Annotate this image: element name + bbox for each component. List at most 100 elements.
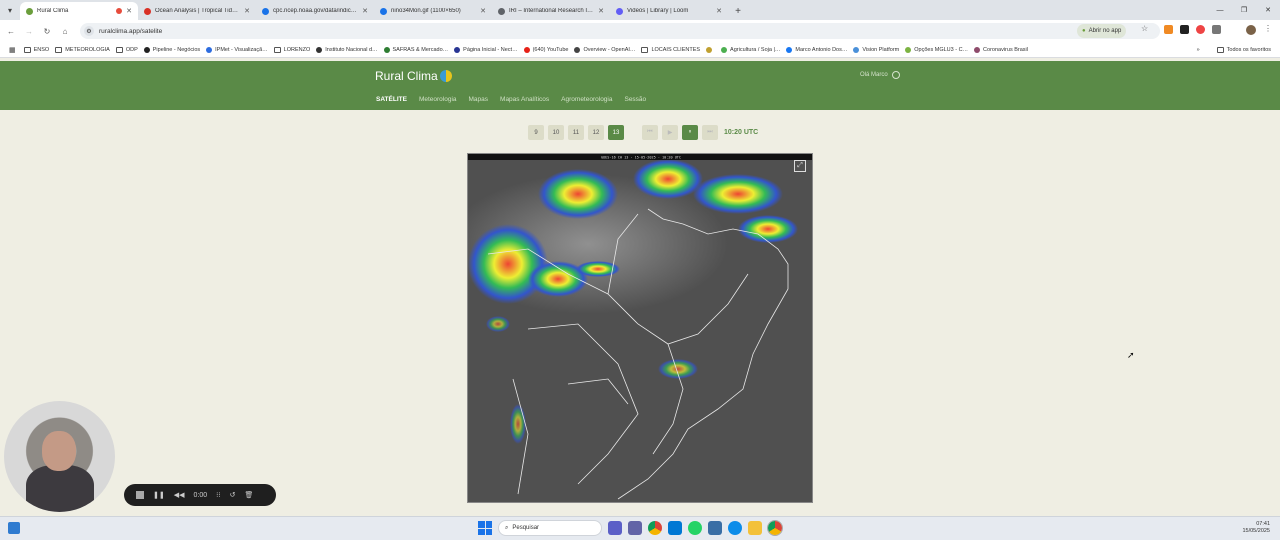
hour-button[interactable]: 12 (588, 125, 604, 140)
nav-item[interactable]: Meteorologia (419, 96, 457, 103)
bookmark-item[interactable]: IPMet - Visualizaçã… (203, 46, 270, 53)
bookmark-item[interactable]: Marco Antonio Dos… (783, 46, 850, 53)
bookmark-item[interactable]: Opções MGLU3 - C… (902, 46, 971, 53)
bookmarks-overflow-button[interactable]: » (1197, 47, 1200, 53)
reload-icon[interactable]: ↻ (38, 22, 56, 40)
webcam-bubble[interactable] (4, 401, 115, 512)
edge-icon[interactable] (728, 521, 742, 535)
bookmark-favicon (905, 46, 912, 53)
browser-tab[interactable]: Rural Clima ✕ (20, 2, 138, 20)
drag-handle-icon[interactable]: ⁝⁝ (216, 491, 220, 499)
bookmark-star-icon[interactable]: ☆ (1141, 24, 1148, 33)
tab-title: nino34Mon.gif (1100×650) (391, 8, 461, 14)
skip-forward-icon[interactable]: ⏭ (702, 125, 718, 140)
new-tab-button[interactable]: + (728, 2, 748, 20)
bookmark-item[interactable]: Agricultura / Soja |… (718, 46, 783, 53)
task-view-icon[interactable] (8, 522, 20, 534)
bookmark-folder[interactable]: METEOROLOGIA (52, 46, 113, 53)
address-bar[interactable]: ⚙ ruralclima.app/satelite (80, 23, 1160, 39)
extension-orange-icon[interactable] (1164, 25, 1173, 34)
back-icon[interactable]: ← (2, 22, 20, 40)
image-header: GOES-16 CH 13 · 15-05-2025 · 10:20 UTC (601, 156, 681, 160)
close-tab-icon[interactable]: ✕ (244, 7, 250, 15)
close-tab-icon[interactable]: ✕ (480, 7, 486, 15)
restart-icon[interactable]: ◀◀ (174, 491, 185, 499)
play-icon[interactable]: ▶ (662, 125, 678, 140)
rewind-icon[interactable]: ↺ (230, 491, 236, 499)
store-icon[interactable] (668, 521, 682, 535)
bookmark-favicon (721, 46, 728, 53)
extensions-puzzle-icon[interactable] (1212, 25, 1221, 34)
pause-icon[interactable]: ⏸ (682, 125, 698, 140)
user-greeting[interactable]: Olá Marco (860, 71, 900, 79)
browser-menu-icon[interactable]: ⋮ (1264, 24, 1272, 33)
bookmark-folder[interactable]: LOCAIS CLIENTES (638, 46, 703, 53)
bookmark-item[interactable]: Instituto Nacional d… (313, 46, 380, 53)
site-info-icon[interactable]: ⚙ (84, 26, 94, 36)
close-tab-icon[interactable]: ✕ (362, 7, 368, 15)
bookmark-label: Página Inicial - Nect… (463, 46, 518, 53)
whatsapp-icon[interactable] (688, 521, 702, 535)
clock-time: 07:41 (1256, 521, 1270, 527)
restore-icon[interactable]: ❐ (1232, 0, 1256, 20)
bookmark-item[interactable]: Coronavirus Brasil (971, 46, 1031, 53)
system-clock[interactable]: 07:41 15/05/2025 (1242, 521, 1270, 535)
apps-grid-icon[interactable]: ▦ (6, 46, 19, 54)
bookmark-folder[interactable]: ODP (113, 46, 141, 53)
extension-recorder-icon[interactable] (1196, 25, 1205, 34)
forward-icon[interactable]: → (20, 22, 38, 40)
taskbar-search[interactable]: ⌕ Pesquisar (498, 520, 602, 536)
pause-icon[interactable]: ❚❚ (153, 491, 165, 499)
bookmark-label: ENSO (33, 46, 50, 53)
file-explorer-icon[interactable] (748, 521, 762, 535)
close-tab-icon[interactable]: ✕ (598, 7, 604, 15)
browser-tab[interactable]: cpc.ncep.noaa.gov/data/indic… ✕ (256, 2, 374, 20)
nav-item[interactable]: Mapas Analíticos (500, 96, 549, 103)
bookmark-item[interactable]: Overview - OpenAI… (571, 46, 638, 53)
nav-item[interactable]: Sessão (624, 96, 646, 103)
all-favorites-folder[interactable]: Todos os favoritos (1214, 47, 1274, 53)
expand-icon[interactable]: ⤢ (794, 160, 806, 172)
bookmark-item[interactable]: (640) YouTube (521, 46, 572, 53)
nav-item[interactable]: Mapas (469, 96, 489, 103)
browser-tab[interactable]: Videos | Library | Loom ✕ (610, 2, 728, 20)
nav-item[interactable]: SATÉLITE (376, 96, 407, 113)
hour-button[interactable]: 13 (608, 125, 624, 140)
windows-start-icon[interactable] (478, 521, 492, 535)
bookmark-item[interactable]: Vision Platform (850, 46, 902, 53)
close-tab-icon[interactable]: ✕ (716, 7, 722, 15)
close-tab-icon[interactable]: ✕ (126, 7, 132, 15)
hour-button[interactable]: 11 (568, 125, 584, 140)
extension-dark-icon[interactable] (1180, 25, 1189, 34)
bookmark-item[interactable] (703, 46, 718, 53)
bookmark-folder[interactable]: LORENZO (271, 46, 314, 53)
open-in-app-button[interactable]: ● Abrir no app (1077, 24, 1127, 38)
minimize-icon[interactable]: — (1208, 0, 1232, 20)
home-icon[interactable]: ⌂ (56, 22, 74, 40)
trash-icon[interactable]: 🗑 (244, 491, 253, 499)
hour-button[interactable]: 10 (548, 125, 564, 140)
stop-icon[interactable] (136, 491, 144, 499)
bookmark-item[interactable]: SAFRAS & Mercado… (381, 46, 452, 53)
browser-tab[interactable]: nino34Mon.gif (1100×650) ✕ (374, 2, 492, 20)
tab-actions-menu-icon[interactable]: ▾ (0, 0, 20, 20)
teams-chat-icon[interactable] (628, 521, 642, 535)
bookmark-item[interactable]: Página Inicial - Nect… (451, 46, 520, 53)
close-window-icon[interactable]: ✕ (1256, 0, 1280, 20)
site-logo[interactable]: Rural Clima (375, 69, 452, 83)
hour-button[interactable]: 9 (528, 125, 544, 140)
chrome-icon[interactable] (648, 521, 662, 535)
skip-back-icon[interactable]: ⏮ (642, 125, 658, 140)
bookmark-item[interactable]: Pipeline - Negócios (141, 46, 203, 53)
browser-tab[interactable]: Ocean Analysis | Tropical Tidbits ✕ (138, 2, 256, 20)
bookmark-favicon (316, 46, 323, 53)
bookmark-label: SAFRAS & Mercado… (392, 46, 449, 53)
profile-avatar[interactable] (1246, 25, 1256, 35)
browser-tab[interactable]: IRI – International Research Inst… ✕ (492, 2, 610, 20)
calculator-icon[interactable] (708, 521, 722, 535)
chrome-active-icon[interactable] (767, 520, 783, 536)
nav-item[interactable]: Agrometeorologia (561, 96, 612, 103)
teams-icon[interactable] (608, 521, 622, 535)
bookmark-folder[interactable]: ENSO (21, 46, 53, 53)
bookmark-label: METEOROLOGIA (65, 46, 110, 53)
